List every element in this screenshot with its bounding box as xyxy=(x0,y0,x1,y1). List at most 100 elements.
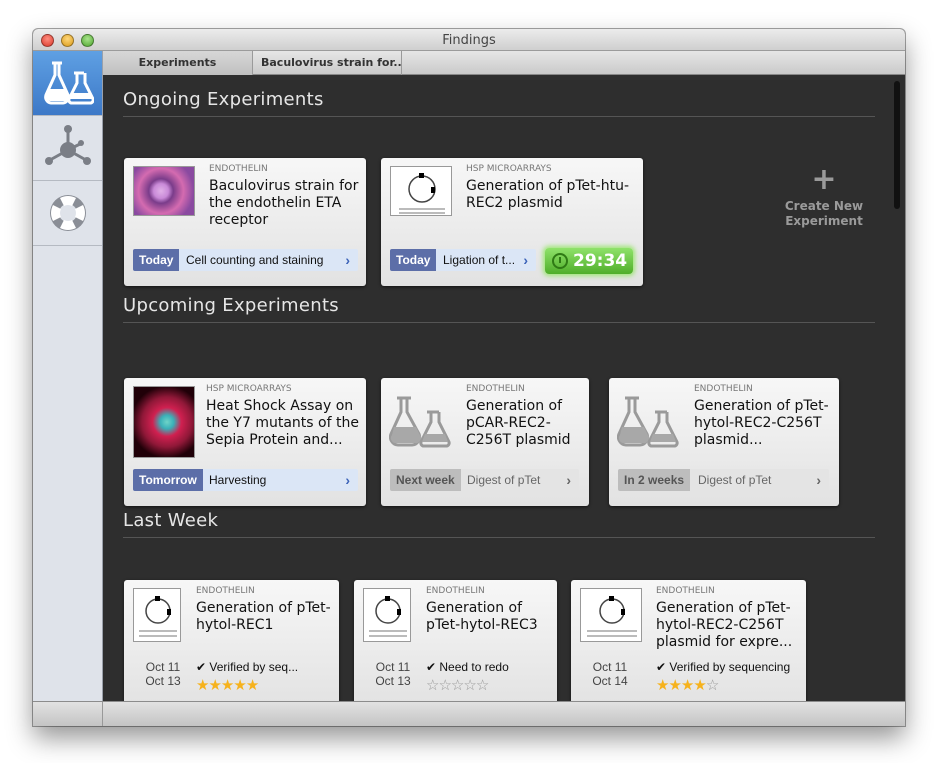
date-range: Oct 11 Oct 13 xyxy=(364,660,422,688)
star-filled-icon[interactable]: ★ xyxy=(233,677,246,694)
lastweek-card-2[interactable]: ENDOTHELIN Generation of pTet-hytol-REC3… xyxy=(354,580,557,701)
card-title: Generation of pTet-hytol-REC1 xyxy=(196,600,331,633)
plasmid-map-thumbnail xyxy=(363,588,411,642)
chevron-right-icon[interactable]: › xyxy=(816,469,821,491)
task-when-badge: Today xyxy=(133,249,180,271)
plus-icon: + xyxy=(811,162,837,197)
lastweek-card-1[interactable]: ENDOTHELIN Generation of pTet-hytol-REC1… xyxy=(124,580,339,701)
star-empty-icon[interactable]: ☆ xyxy=(476,677,489,694)
task-when-badge: In 2 weeks xyxy=(618,469,691,491)
task-when-badge: Tomorrow xyxy=(133,469,203,491)
star-empty-icon[interactable]: ☆ xyxy=(706,677,719,694)
task-when-badge: Next week xyxy=(390,469,461,491)
star-filled-icon[interactable]: ★ xyxy=(656,677,669,694)
ongoing-card-2[interactable]: HSP MICROARRAYS Generation of pTet-htu-R… xyxy=(381,158,643,286)
plasmid-map-thumbnail xyxy=(133,588,181,642)
plasmid-map-thumbnail xyxy=(580,588,642,642)
task-label: Ligation of t... xyxy=(443,253,516,267)
star-empty-icon[interactable]: ☆ xyxy=(463,677,476,694)
star-filled-icon[interactable]: ★ xyxy=(221,677,234,694)
card-title: Generation of pTet-hytol-REC3 xyxy=(426,600,538,633)
task-label: Harvesting xyxy=(209,473,267,487)
star-filled-icon[interactable]: ★ xyxy=(681,677,694,694)
plasmid-map-thumbnail xyxy=(390,166,452,216)
star-rating[interactable]: ★★★★☆ xyxy=(656,676,719,694)
star-filled-icon[interactable]: ★ xyxy=(196,677,209,694)
ongoing-card-1[interactable]: ENDOTHELIN Baculovirus strain for the en… xyxy=(124,158,366,286)
section-divider xyxy=(123,537,875,538)
chevron-right-icon[interactable]: › xyxy=(345,249,350,271)
star-rating[interactable]: ☆☆☆☆☆ xyxy=(426,676,489,694)
next-task-bar[interactable]: Today Cell counting and staining › xyxy=(133,249,358,271)
next-task-bar[interactable]: In 2 weeks Digest of pTet › xyxy=(618,469,829,491)
status-bar-divider xyxy=(102,702,103,726)
card-title: Generation of pTet-hytol-REC2-C256T plas… xyxy=(694,398,829,448)
tab-experiments[interactable]: Experiments xyxy=(103,51,253,75)
card-title: Generation of pTet-htu-REC2 plasmid xyxy=(466,178,629,211)
card-category: ENDOTHELIN xyxy=(466,384,525,394)
start-date: Oct 11 xyxy=(375,660,411,674)
star-empty-icon[interactable]: ☆ xyxy=(451,677,464,694)
window-title: Findings xyxy=(442,33,496,48)
section-title-ongoing: Ongoing Experiments xyxy=(123,89,324,110)
card-title: Heat Shock Assay on the Y7 mutants of th… xyxy=(206,398,359,448)
card-category: HSP MICROARRAYS xyxy=(206,384,292,394)
task-label: Digest of pTet xyxy=(698,473,772,487)
next-task-bar[interactable]: Tomorrow Harvesting › xyxy=(133,469,358,491)
star-filled-icon[interactable]: ★ xyxy=(668,677,681,694)
sidebar-item-network[interactable] xyxy=(33,116,102,181)
sidebar-item-help[interactable] xyxy=(33,181,102,246)
card-title: Generation of pCAR-REC2-C256T plasmid xyxy=(466,398,571,448)
card-category: ENDOTHELIN xyxy=(426,586,485,596)
section-title-upcoming: Upcoming Experiments xyxy=(123,295,339,316)
star-empty-icon[interactable]: ☆ xyxy=(438,677,451,694)
cell-image-thumbnail xyxy=(133,166,195,216)
upcoming-card-1[interactable]: HSP MICROARRAYS Heat Shock Assay on the … xyxy=(124,378,366,506)
start-date: Oct 11 xyxy=(145,660,181,674)
next-task-bar[interactable]: Today Ligation of t... › xyxy=(390,249,536,271)
step-timer[interactable]: 29:34 xyxy=(545,248,633,274)
star-rating[interactable]: ★★★★★ xyxy=(196,676,259,694)
status-bar xyxy=(33,701,905,726)
star-empty-icon[interactable]: ☆ xyxy=(426,677,439,694)
star-filled-icon[interactable]: ★ xyxy=(246,677,259,694)
end-date: Oct 13 xyxy=(375,674,411,688)
chevron-right-icon[interactable]: › xyxy=(523,249,528,271)
end-date: Oct 13 xyxy=(145,674,181,688)
create-new-experiment-button[interactable]: + Create New Experiment xyxy=(779,165,869,229)
upcoming-card-2[interactable]: ENDOTHELIN Generation of pCAR-REC2-C256T… xyxy=(381,378,589,506)
card-category: ENDOTHELIN xyxy=(656,586,715,596)
task-label: Cell counting and staining xyxy=(186,253,324,267)
section-divider xyxy=(123,116,875,117)
task-label: Digest of pTet xyxy=(467,473,541,487)
sidebar-item-experiments[interactable] xyxy=(33,51,102,116)
result-status: ✔ Verified by sequencing xyxy=(656,660,791,674)
lastweek-card-3[interactable]: ENDOTHELIN Generation of pTet-hytol-REC2… xyxy=(571,580,806,701)
card-category: ENDOTHELIN xyxy=(209,164,268,174)
flask-icon xyxy=(44,61,94,105)
vertical-scrollbar[interactable] xyxy=(894,81,900,209)
flask-icon xyxy=(389,396,451,448)
flask-icon xyxy=(617,396,679,448)
result-status: ✔ Need to redo xyxy=(426,660,509,674)
chevron-right-icon[interactable]: › xyxy=(566,469,571,491)
date-range: Oct 11 Oct 13 xyxy=(134,660,192,688)
next-task-bar[interactable]: Next week Digest of pTet › xyxy=(390,469,579,491)
create-label: Create New Experiment xyxy=(784,199,864,228)
network-icon xyxy=(45,125,91,165)
section-divider xyxy=(123,322,875,323)
card-category: ENDOTHELIN xyxy=(694,384,753,394)
title-bar: Findings xyxy=(33,29,905,51)
upcoming-card-3[interactable]: ENDOTHELIN Generation of pTet-hytol-REC2… xyxy=(609,378,839,506)
start-date: Oct 11 xyxy=(592,660,628,674)
end-date: Oct 14 xyxy=(592,674,628,688)
tab-bar: Experiments Baculovirus strain for... xyxy=(103,51,905,75)
section-title-lastweek: Last Week xyxy=(123,510,219,531)
star-filled-icon[interactable]: ★ xyxy=(693,677,706,694)
star-filled-icon[interactable]: ★ xyxy=(208,677,221,694)
timer-value: 29:34 xyxy=(573,251,628,271)
sidebar xyxy=(33,51,103,726)
tab-baculovirus[interactable]: Baculovirus strain for... xyxy=(253,51,402,75)
task-when-badge: Today xyxy=(390,249,437,271)
chevron-right-icon[interactable]: › xyxy=(345,469,350,491)
